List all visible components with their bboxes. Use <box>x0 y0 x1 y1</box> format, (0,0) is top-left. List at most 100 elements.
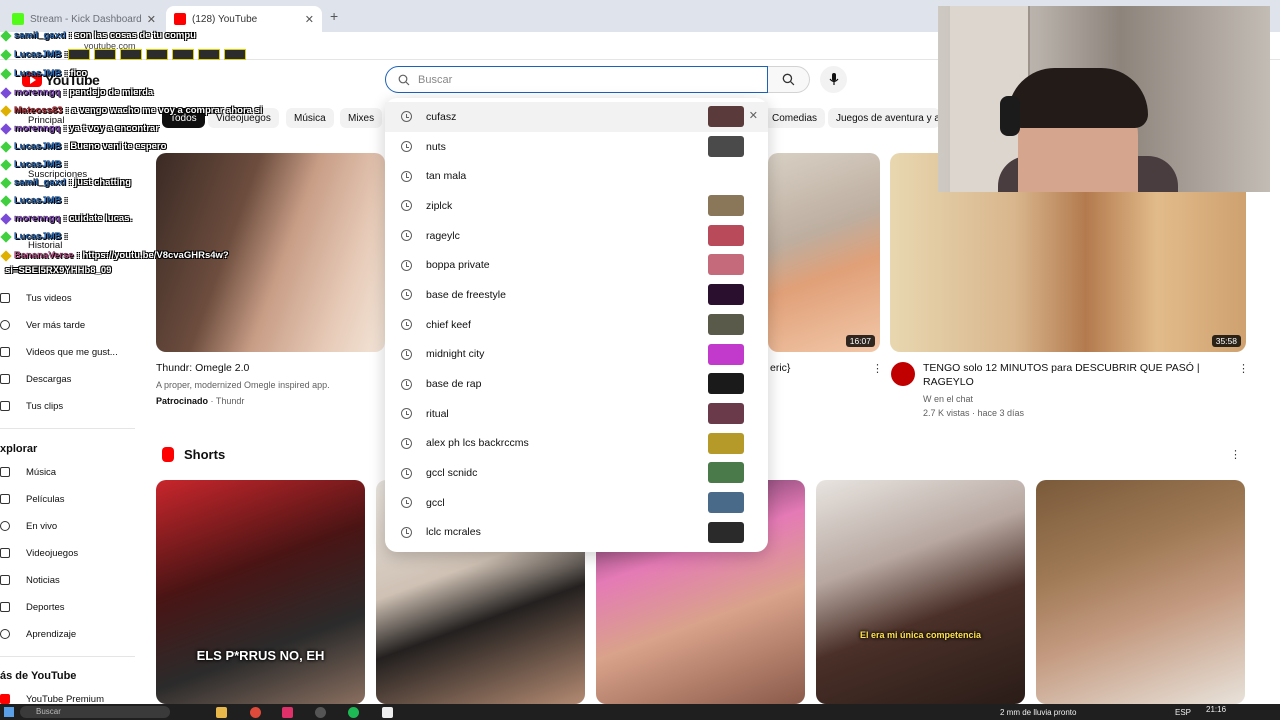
video-title-middle[interactable]: eric} <box>770 362 790 376</box>
tab-kick-dashboard[interactable]: Stream - Kick Dashboard ✕ <box>4 6 164 32</box>
chat-badge-icon <box>0 176 12 189</box>
suggestion-thumbnail <box>708 165 744 187</box>
chat-badge-icon <box>0 212 12 225</box>
sidebar-item-peliculas[interactable]: Películas <box>0 491 65 507</box>
sidebar-heading-mas-de-youtube: ás de YouTube <box>0 670 77 682</box>
short-caption: ELS P*RRUS NO, EH <box>196 648 325 663</box>
video-meta-right: 2.7 K vistas · hace 3 días <box>923 408 1025 418</box>
suggestion-thumbnail <box>708 462 744 484</box>
more-options-icon[interactable]: ⋮ <box>1238 362 1249 375</box>
suggestion-item[interactable]: chief keef <box>385 310 768 340</box>
chat-emote-icon <box>67 49 90 60</box>
close-icon[interactable]: ✕ <box>147 13 156 26</box>
short-caption: El era mi única competencia <box>859 630 982 640</box>
search-input[interactable]: Buscar <box>385 66 768 93</box>
channel-avatar[interactable] <box>891 362 915 386</box>
video-desc-ad: A proper, modernized Omegle inspired app… <box>156 380 330 390</box>
video-title-ad[interactable]: Thundr: Omegle 2.0 <box>156 362 249 376</box>
clock-icon <box>0 320 10 330</box>
short-card-1[interactable]: ELS P*RRUS NO, EH <box>156 480 365 704</box>
chat-badge-icon <box>0 104 12 117</box>
suggestion-item[interactable]: ritual <box>385 399 768 429</box>
sidebar-item-noticias[interactable]: Noticias <box>0 572 60 588</box>
file-explorer-icon[interactable] <box>216 707 227 718</box>
chat-badge-icon <box>0 29 12 42</box>
history-icon <box>401 348 412 360</box>
sidebar-item-descargas[interactable]: Descargas <box>0 371 71 387</box>
sidebar-item-videos-que-me-gustan[interactable]: Videos que me gust... <box>0 344 118 360</box>
webcam-overlay <box>938 6 1270 192</box>
voice-search-button[interactable] <box>820 66 847 93</box>
sidebar-item-aprendizaje[interactable]: Aprendizaje <box>0 626 76 642</box>
chip-juegos-aventura[interactable]: Juegos de aventura y ac <box>828 108 940 128</box>
taskbar-search-input[interactable]: Buscar <box>20 706 170 718</box>
chip-comedias[interactable]: Comedias <box>764 108 826 128</box>
suggestion-item[interactable]: cufasz ✕ <box>385 102 768 132</box>
film-icon <box>0 494 10 504</box>
remove-suggestion-icon[interactable]: ✕ <box>749 109 758 122</box>
suggestion-item[interactable]: ziplck <box>385 191 768 221</box>
suggestion-item[interactable]: lclc mcrales <box>385 518 768 548</box>
chat-message: samil_gaxd: son las cosas de tu compu <box>0 29 196 42</box>
suggestion-item[interactable]: midnight city <box>385 340 768 370</box>
suggestion-item[interactable]: gccl scnidc <box>385 458 768 488</box>
suggestion-item[interactable]: base de freestyle <box>385 280 768 310</box>
short-card-5[interactable] <box>1036 480 1245 704</box>
suggestion-item[interactable]: alex ph lcs backrccms <box>385 429 768 459</box>
new-tab-icon[interactable]: + <box>330 8 338 24</box>
suggestion-thumbnail <box>708 224 744 246</box>
chat-badge-icon <box>0 48 12 61</box>
chrome-icon[interactable] <box>250 707 261 718</box>
video-title-right[interactable]: TENGO solo 12 MINUTOS para DESCUBRIR QUE… <box>923 362 1223 389</box>
close-icon[interactable]: ✕ <box>305 13 314 26</box>
suggestion-item[interactable]: tan mala <box>385 161 768 191</box>
spotify-icon[interactable] <box>348 707 359 718</box>
clock[interactable]: 21:16 <box>1206 705 1226 714</box>
sidebar-item-musica[interactable]: Música <box>0 464 56 480</box>
history-icon <box>401 170 412 182</box>
sidebar-item-deportes[interactable]: Deportes <box>0 599 65 615</box>
suggestion-item[interactable]: gccl <box>385 488 768 518</box>
chat-badge-icon <box>0 158 12 171</box>
windows-start-icon[interactable] <box>4 707 14 717</box>
sidebar-item-ver-mas-tarde[interactable]: Ver más tarde <box>0 317 85 333</box>
suggestion-thumbnail <box>708 343 744 365</box>
chat-emote-icon <box>223 49 246 60</box>
tiktok-icon[interactable] <box>282 707 293 718</box>
obs-icon[interactable] <box>315 707 326 718</box>
short-card-4[interactable]: El era mi única competencia <box>816 480 1025 704</box>
thumbs-up-icon <box>0 347 10 357</box>
lightbulb-icon <box>0 629 10 639</box>
trophy-icon <box>0 602 10 612</box>
webcam-person <box>1008 68 1148 128</box>
language-indicator[interactable]: ESP <box>1175 708 1191 717</box>
shorts-more-options-icon[interactable]: ⋮ <box>1230 448 1241 461</box>
chip-mixes[interactable]: Mixes <box>340 108 383 128</box>
video-thumbnail-middle[interactable]: 16:07 <box>768 153 880 352</box>
history-icon <box>401 319 412 331</box>
suggestion-thumbnail <box>708 491 744 513</box>
tab-youtube[interactable]: (128) YouTube ✕ <box>166 6 322 32</box>
history-icon <box>401 230 412 242</box>
suggestion-item[interactable]: nuts <box>385 132 768 162</box>
more-options-icon[interactable]: ⋮ <box>872 362 883 375</box>
file-icon[interactable] <box>382 707 393 718</box>
gamepad-icon <box>0 548 10 558</box>
suggestion-item[interactable]: base de rap <box>385 369 768 399</box>
video-channel-right[interactable]: W en el chat <box>923 394 973 404</box>
search-button[interactable] <box>768 66 810 93</box>
sidebar-item-en-vivo[interactable]: En vivo <box>0 518 57 534</box>
sidebar-item-tus-clips[interactable]: Tus clips <box>0 398 63 414</box>
sidebar-item-tus-videos[interactable]: Tus videos <box>0 290 72 306</box>
suggestion-thumbnail <box>708 373 744 395</box>
weather-widget[interactable]: 2 mm de lluvia pronto <box>1000 708 1076 717</box>
sidebar-item-videojuegos[interactable]: Videojuegos <box>0 545 78 561</box>
suggestion-item[interactable]: boppa private <box>385 250 768 280</box>
history-icon <box>401 259 412 271</box>
chip-musica[interactable]: Música <box>286 108 334 128</box>
suggestion-item[interactable]: rageylc <box>385 221 768 251</box>
search-icon <box>782 73 795 86</box>
chat-message: LucasJMB: <box>0 158 68 171</box>
suggestion-thumbnail <box>708 521 744 543</box>
tab-label: (128) YouTube <box>192 13 258 25</box>
